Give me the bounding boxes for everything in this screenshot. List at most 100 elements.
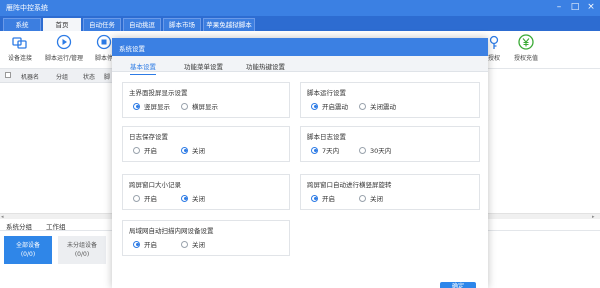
option-label: 30天内 (370, 147, 392, 155)
script-run-button[interactable]: 脚本运行/管理 (44, 34, 84, 62)
panel-title: 脚本运行设置 (307, 89, 346, 97)
option-label: 开启震动 (322, 103, 348, 111)
radio-icon[interactable] (181, 102, 188, 110)
col-group[interactable]: 分组 (56, 72, 68, 81)
option-label: 关闭震动 (370, 103, 396, 111)
dialog-header: 系统设置 (112, 38, 488, 56)
group-count: (0/0) (20, 251, 36, 258)
recharge-button[interactable]: 授权充值 (510, 34, 542, 62)
option-log-on[interactable]: 开启 (133, 145, 157, 155)
tab-hotkey-settings[interactable]: 功能热键设置 (246, 61, 285, 71)
option-portrait[interactable]: 竖屏显示 (133, 101, 170, 111)
app-title: 雁阵中控系统 (6, 4, 48, 12)
option-rotate-on[interactable]: 开启 (311, 193, 335, 203)
col-script[interactable]: 脚 (104, 72, 110, 81)
option-size-record-off[interactable]: 关闭 (181, 193, 205, 203)
yen-icon (518, 34, 534, 50)
authorize-button[interactable]: 授权 (486, 34, 502, 62)
panel-script-run: 脚本运行设置 开启震动 关闭震动 (300, 82, 480, 118)
group-name: 未分组设备 (66, 242, 97, 249)
panel-title: 局域网自动扫描内网设备设置 (129, 227, 214, 235)
option-label: 开启 (144, 241, 157, 249)
option-label: 关闭 (192, 195, 205, 203)
radio-checked-icon[interactable] (181, 146, 188, 154)
dialog-body: 主界面投屏显示设置 竖屏显示 横屏显示 脚本运行设置 开启震动 关闭震动 日志保… (112, 72, 488, 288)
script-run-label: 脚本运行/管理 (44, 55, 84, 62)
tab-script-market[interactable]: 脚本市场 (163, 18, 201, 31)
panel-log-save: 日志保存设置 开启 关闭 (122, 126, 290, 162)
tab-apple-script[interactable]: 苹果免越狱脚本 (203, 18, 255, 31)
select-all-checkbox[interactable] (5, 72, 11, 80)
radio-checked-icon[interactable] (181, 194, 188, 202)
radio-icon[interactable] (359, 146, 366, 154)
option-rotate-off[interactable]: 关闭 (359, 193, 383, 203)
close-icon[interactable]: × (584, 1, 598, 14)
confirm-label: 确定 (451, 283, 464, 288)
tab-system[interactable]: 系统 (3, 18, 41, 31)
radio-icon[interactable] (133, 146, 140, 154)
panel-title: 跨屏窗口自动进行横竖屏旋转 (307, 181, 392, 189)
radio-icon[interactable] (359, 194, 366, 202)
panel-auto-rotate: 跨屏窗口自动进行横竖屏旋转 开启 关闭 (300, 174, 480, 210)
settings-dialog: 系统设置 基本设置 功能菜单设置 功能热键设置 主界面投屏显示设置 竖屏显示 横… (112, 38, 488, 288)
option-label: 横屏显示 (192, 103, 218, 111)
tab-home[interactable]: 首页 (43, 18, 81, 31)
panel-title: 脚本日志设置 (307, 133, 346, 141)
option-scan-on[interactable]: 开启 (133, 239, 157, 249)
option-size-record-on[interactable]: 开启 (133, 193, 157, 203)
option-label: 关闭 (370, 195, 383, 203)
tab-auto-task[interactable]: 自动任务 (83, 18, 121, 31)
option-landscape[interactable]: 横屏显示 (181, 101, 218, 111)
device-connect-button[interactable]: 设备连接 (4, 34, 36, 62)
option-label: 开启 (144, 147, 157, 155)
stop-icon (96, 34, 112, 50)
play-icon (56, 34, 72, 50)
dialog-tab-bar: 基本设置 功能菜单设置 功能热键设置 (112, 56, 488, 75)
tab-auto-tease[interactable]: 自动挑逗 (123, 18, 161, 31)
option-label: 7天内 (322, 147, 340, 155)
main-tab-bar: 系统 首页 自动任务 自动挑逗 脚本市场 苹果免越狱脚本 (0, 16, 600, 31)
option-scan-off[interactable]: 关闭 (181, 239, 205, 249)
tab-work-groups[interactable]: 工作组 (46, 221, 66, 231)
confirm-button[interactable]: 确定 (440, 282, 476, 288)
group-all-devices[interactable]: 全部设备 (0/0) (4, 236, 52, 264)
option-7-days[interactable]: 7天内 (311, 145, 339, 155)
radio-checked-icon[interactable] (311, 194, 318, 202)
panel-screen-display: 主界面投屏显示设置 竖屏显示 横屏显示 (122, 82, 290, 118)
radio-checked-icon[interactable] (133, 240, 140, 248)
recharge-label: 授权充值 (513, 55, 538, 62)
col-machine-name[interactable]: 机器名 (21, 72, 39, 81)
option-label: 关闭 (192, 147, 205, 155)
authorize-label: 授权 (487, 55, 500, 62)
radio-checked-icon[interactable] (133, 102, 140, 110)
group-ungrouped[interactable]: 未分组设备 (0/0) (58, 236, 106, 264)
group-count: (0/0) (74, 251, 90, 258)
panel-window-size: 跨屏窗口大小记录 开启 关闭 (122, 174, 290, 210)
group-name: 全部设备 (15, 242, 40, 249)
radio-checked-icon[interactable] (311, 102, 318, 110)
right-panel (488, 69, 600, 219)
panel-title: 日志保存设置 (129, 133, 168, 141)
minimize-icon[interactable]: – (552, 1, 566, 14)
option-vibrate-on[interactable]: 开启震动 (311, 101, 348, 111)
panel-lan-scan: 局域网自动扫描内网设备设置 开启 关闭 (122, 220, 290, 256)
radio-checked-icon[interactable] (311, 146, 318, 154)
tab-menu-settings[interactable]: 功能菜单设置 (184, 61, 223, 71)
radio-icon[interactable] (133, 194, 140, 202)
col-status[interactable]: 状态 (83, 72, 95, 81)
maximize-icon[interactable]: □ (568, 1, 582, 14)
option-log-off[interactable]: 关闭 (181, 145, 205, 155)
radio-icon[interactable] (181, 240, 188, 248)
option-label: 竖屏显示 (144, 103, 170, 111)
option-vibrate-off[interactable]: 关闭震动 (359, 101, 396, 111)
option-label: 开启 (144, 195, 157, 203)
option-label: 关闭 (192, 241, 205, 249)
link-icon (12, 37, 27, 49)
panel-script-log: 脚本日志设置 7天内 30天内 (300, 126, 480, 162)
option-label: 开启 (322, 195, 335, 203)
script-stop-label: 脚本停 (94, 55, 113, 62)
radio-icon[interactable] (359, 102, 366, 110)
option-30-days[interactable]: 30天内 (359, 145, 391, 155)
panel-title: 主界面投屏显示设置 (129, 89, 188, 97)
key-icon (489, 35, 499, 49)
